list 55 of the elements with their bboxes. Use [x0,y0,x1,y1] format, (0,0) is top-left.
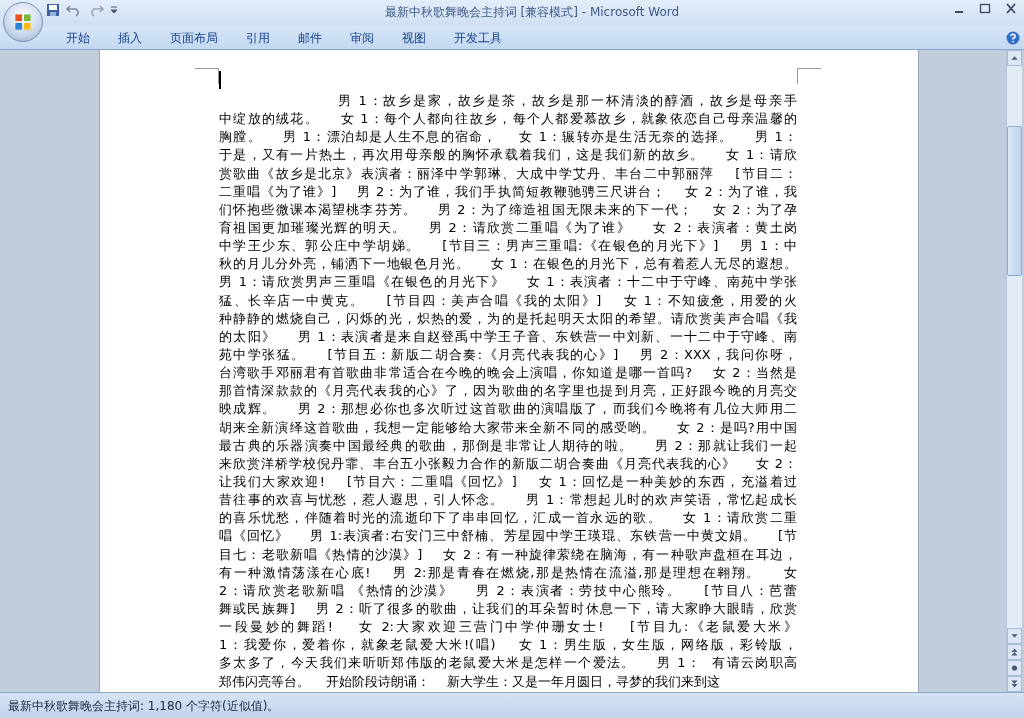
document-text-line: 台湾歌手邓丽君有首歌曲非常适合在今晚的晚会上演唱，你知道是哪一首吗? 女 2：当然是 [219,364,797,383]
document-text-line: 2：请欣赏老歌新唱 《热情的沙漠》 男 2：表演者：劳技中心熊玲。 [节目八：芭蕾 [219,581,797,600]
document-text-line: 们怀抱些微课本渴望桃李芬芳。 男 2：为了缔造祖国无限未来的下一代； 女 2：为了孕 [219,200,797,219]
document-text-line: 秋的月儿分外亮，铺洒下一地银色月光。 女 1：在银色的月光下，总有着惹人无尽的遐想。 [219,255,797,274]
document-text-line: 一段曼妙的舞蹈! 女 2:大家欢迎三营门中学仲珊女士! [节目九:《老鼠爱大米》 [219,618,797,637]
document-text-line: 最古典的乐器演奏中国最经典的歌曲，那倒是非常让人期待的啦。 男 2：那就让我们一起 [219,436,797,455]
document-text-line: 有一种激情荡漾在心底! 男 2:那是青春在燃烧,那是热情在流溢,那是理想在翱翔。 女 [219,563,797,582]
document-text-line: 让我们大家欢迎! [节目六：二重唱《回忆》] 女 1：回忆是一种美妙的东西，充溢着过 [219,472,797,491]
document-text-line: 男 1：故乡是家，故乡是茶，故乡是那一杯清淡的醇酒，故乡是母亲手 [336,92,797,110]
ribbon-tab[interactable]: 视图 [388,26,440,49]
undo-icon[interactable] [66,3,82,17]
document-text-line: 胡来全新演绎这首歌曲，我想一定能够给大家带来全新不同的感受哟。 女 2：是吗?用中国 [219,418,797,437]
document-text-line: 中学王少东、郭公庄中学胡娣。 [节目三：男声三重唱:《在银色的月光下》] 男 1：中 [219,237,797,256]
document-text-line: 于是，又有一片热土，再次用母亲般的胸怀承载着我们，这是我们新的故乡。 女 1：请欣 [219,146,797,165]
document-text-line: 男 1：请欣赏男声三重唱《在银色的月光下》 女 1：表演者：十二中于守峰、南苑中学张 [219,273,797,292]
ribbon-tab[interactable]: 审阅 [336,26,388,49]
save-icon[interactable] [46,3,60,17]
scroll-down-icon[interactable] [1007,628,1022,644]
help-icon[interactable] [1006,30,1020,45]
text-cursor [219,71,221,89]
document-text-line: 舞或民族舞] 男 2：听了很多的歌曲，让我们的耳朵暂时休息一下，请大家睁大眼睛，欣赏 [219,599,797,618]
document-text-line: 映成辉。 男 2：那想必你也多次听过这首歌曲的演唱版了，而我们今晚将有几位大师用二 [219,400,797,419]
scroll-up-icon[interactable] [1007,50,1022,66]
document-text-line: 的太阳》 男 1：表演者是来自赵登禹中学王子音、东铁营一中刘新、一十二中于守峰、南 [219,327,797,346]
previous-page-icon[interactable] [1007,644,1022,660]
ribbon-tab[interactable]: 引用 [232,26,284,49]
next-page-icon[interactable] [1007,676,1022,692]
document-text-line: 中绽放的绒花。 女 1：每个人都向往故乡，每个人都爱慕故乡，就象依恋自己母亲温馨的 [219,110,797,129]
document-text-line: 郑伟闪亮等台。 开始阶段诗朗诵： 新大学生：又是一年月圆日，寻梦的我们来到这 [219,672,721,691]
scroll-thumb[interactable] [1007,126,1022,276]
document-text-line: 猛、长辛店一中黄克。 [节目四：美声合唱《我的太阳》] 女 1：不知疲惫，用爱的火 [219,291,797,310]
document-text-line: 胸膛。 男 1：漂泊却是人生不息的宿命， 女 1：辗转亦是生活无奈的选择。 男 1： [219,128,797,147]
document-text-line: 多太多了，今天我们来听听郑伟版的老鼠爱大米是怎样一个爱法。 男 1： 有请云岗职高 [219,654,797,673]
document-text-line: 来欣赏洋桥学校倪丹霏、丰台五小张毅力合作的新版二胡合奏曲《月亮代表我的心》 女 2： [219,454,797,473]
ribbon-tab[interactable]: 开发工具 [440,26,516,49]
ribbon-tab[interactable]: 插入 [104,26,156,49]
ribbon-tab[interactable]: 页面布局 [156,26,232,49]
document-text-line: 目七：老歌新唱《热情的沙漠》] 女 2：有一种旋律萦绕在脑海，有一种歌声盘桓在耳边， [219,545,797,564]
document-text-line: 苑中学张猛。 [节目五：新版二胡合奏:《月亮代表我的心》] 男 2：XXX，我问你呀， [219,345,797,364]
office-button[interactable] [3,2,43,42]
document-text-line: 育祖国更加璀璨光辉的明天。 男 2：请欣赏二重唱《为了谁》 女 2：表演者：黄土岗 [219,219,797,237]
document-text-line: 1：我爱你，爱着你，就象老鼠爱大米!(唱) 女 1：男生版，女生版，网络版，彩铃版， [219,636,797,655]
document-text-line: 唱《回忆》 男 1:表演者:右安门三中舒楠、芳星园中学王瑛琨、东铁营一中黄文娟。 [节 [219,527,797,546]
document-text-line: 昔往事的欢喜与忧愁，惹人遐思，引人怀念。 男 1：常想起儿时的欢声笑语，常忆起成长 [219,491,797,510]
document-text-line: 那首情深款款的《月亮代表我的心》了，因为歌曲的名字里也提到月亮，正好跟今晚的月亮交 [219,382,797,401]
ribbon-tab[interactable]: 邮件 [284,26,336,49]
customize-dropdown-icon[interactable] [110,5,118,15]
select-browse-object-icon[interactable] [1007,660,1022,676]
status-text: 最新中秋歌舞晚会主持词: 1,180 个字符(近似值)。 [8,697,280,715]
document-text-line: 的喜乐忧愁，伴随着时光的流逝印下了串串回忆，汇成一首永远的歌。 女 1：请欣赏二重 [219,509,797,528]
window-title: 最新中秋歌舞晚会主持词 [兼容模式] - Microsoft Word [384,5,680,19]
document-text-line: 赏歌曲《故乡是北京》表演者：丽泽中学郭琳、大成中学艾丹、丰台二中郭丽萍 [节目二： [219,164,797,183]
document-text-line: 二重唱《为了谁》] 男 2：为了谁，我们手执简短教鞭驰骋三尺讲台； 女 2：为了谁，我 [219,182,797,201]
document-text-line: 种静静的燃烧自己，闪烁的光，炽热的爱，为的是托起明天太阳的希望。请欣赏美声合唱《我 [219,309,797,328]
ribbon-tab[interactable]: 开始 [52,26,104,49]
